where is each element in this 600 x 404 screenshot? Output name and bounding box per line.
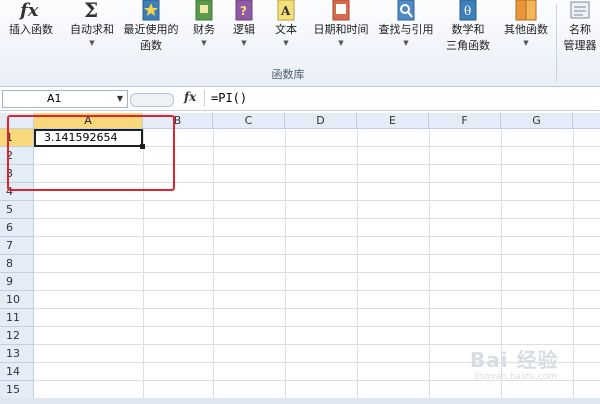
more-book-icon [515,0,537,21]
sheet-bottom-bar [0,398,600,404]
finance-book-icon [195,0,213,21]
text-button[interactable]: A 文本 ▼ [268,0,304,48]
formula-input[interactable]: =PI() [204,90,600,106]
row-header-7[interactable]: 7 [0,237,34,255]
insert-function-fx-icon[interactable]: fx [184,90,196,104]
row-header-12[interactable]: 12 [0,327,34,345]
svg-text:θ: θ [464,4,471,18]
row-header-11[interactable]: 11 [0,309,34,327]
logical-button[interactable]: ? 逻辑 ▼ [226,0,262,48]
watermark: Bai 经验 [470,348,559,372]
watermark-url: jingyan.baidu.com [474,372,558,382]
annotation-highlight-box [7,115,175,191]
sigma-icon: Σ [84,0,98,22]
row-header-10[interactable]: 10 [0,291,34,309]
financial-button[interactable]: 财务 ▼ [186,0,222,48]
row-header-6[interactable]: 6 [0,219,34,237]
svg-text:fx: fx [18,0,39,21]
name-manager-button[interactable]: 名称 管理器 [560,0,600,54]
ribbon-group-label: 函数库 [271,68,305,81]
row-header-5[interactable]: 5 [0,201,34,219]
column-header-d[interactable]: D [285,113,357,129]
theta-book-icon: θ [459,0,477,21]
fx-icon: fx [18,0,39,21]
logic-book-icon: ? [235,0,253,21]
insert-function-button[interactable]: fx 插入函数 [2,0,60,38]
math-trig-button[interactable]: θ 数学和 三角函数 [438,0,498,54]
name-manager-icon [570,1,590,19]
svg-text:Σ: Σ [84,0,98,22]
lookup-button[interactable]: 查找与引用 ▼ [374,0,438,48]
name-box[interactable]: A1 ▼ [2,90,128,108]
column-header-g[interactable]: G [501,113,573,129]
text-book-icon: A [277,0,295,21]
row-header-8[interactable]: 8 [0,255,34,273]
autosum-button[interactable]: Σ 自动求和 ▼ [64,0,120,48]
row-header-9[interactable]: 9 [0,273,34,291]
calendar-book-icon [332,0,350,21]
row-header-14[interactable]: 14 [0,363,34,381]
datetime-button[interactable]: 日期和时间 ▼ [308,0,374,48]
chevron-down-icon[interactable]: ▼ [117,91,123,107]
svg-text:A: A [280,4,291,18]
column-header-f[interactable]: F [429,113,501,129]
row-header-13[interactable]: 13 [0,345,34,363]
column-header-e[interactable]: E [357,113,429,129]
recently-used-button[interactable]: 最近使用的 函数 [120,0,182,54]
formula-bar: A1 ▼ fx =PI() [0,88,600,111]
formula-bar-resize-handle[interactable] [130,93,174,107]
svg-text:?: ? [240,4,247,18]
more-functions-button[interactable]: 其他函数 ▼ [498,0,554,48]
lookup-book-icon [397,0,415,21]
row-header-15[interactable]: 15 [0,381,34,399]
name-box-value: A1 [47,92,62,105]
ribbon: fx 插入函数 Σ 自动求和 ▼ 最近使用的 函数 财务 ▼ ? 逻辑 ▼ A … [0,0,600,87]
column-header-h-partial[interactable] [573,113,600,129]
star-book-icon [142,0,160,21]
column-header-c[interactable]: C [213,113,285,129]
ribbon-separator [556,4,557,82]
